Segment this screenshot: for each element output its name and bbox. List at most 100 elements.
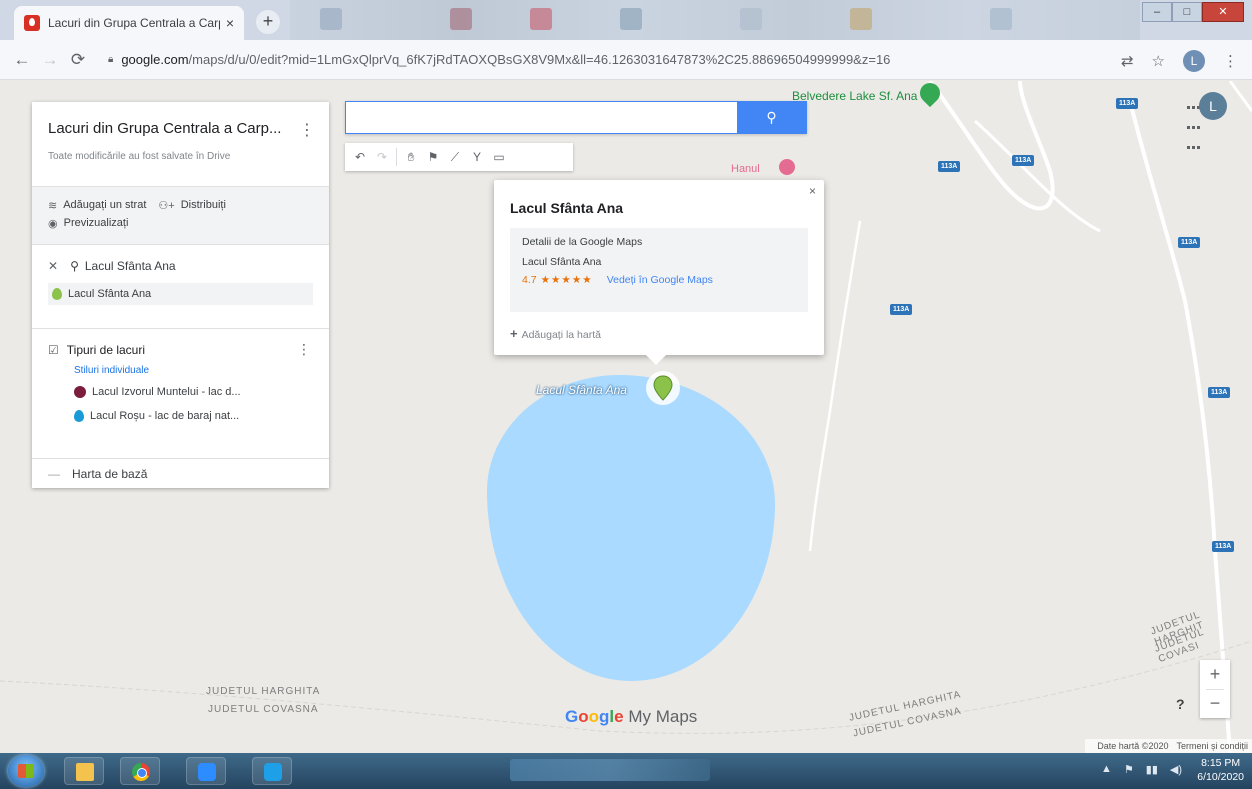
show-hidden-icons-icon[interactable]: ▲ <box>1101 763 1112 776</box>
view-in-google-maps-link[interactable]: Vedeți în Google Maps <box>607 274 713 286</box>
url-path: /maps/d/u/0/edit?mid=1LmGxQlprVq_6fK7jRd… <box>188 52 891 67</box>
tab-close-icon[interactable]: × <box>226 15 234 31</box>
panel-header: Lacuri din Grupa Centrala a Carp... ⋮ To… <box>32 102 329 186</box>
address-bar: ← → ⟳ 🔒︎ google.com/maps/d/u/0/edit?mid=… <box>0 40 1252 80</box>
clock-time: 8:15 PM <box>1201 757 1241 769</box>
search-button[interactable]: ⚲ <box>737 102 806 133</box>
layer-item[interactable]: Lacul Izvorul Muntelui - lac d... <box>74 384 313 400</box>
poi-hanul-label[interactable]: Hanul <box>731 163 760 175</box>
help-button[interactable]: ? <box>1176 696 1185 712</box>
profile-avatar[interactable]: L <box>1183 50 1205 72</box>
blurred-tab-icon <box>620 8 642 30</box>
terms-link[interactable]: Termeni și condiții <box>1176 741 1248 751</box>
video-camera-icon <box>198 763 216 781</box>
network-icon[interactable]: ▮▮ <box>1146 763 1158 776</box>
map-title[interactable]: Lacuri din Grupa Centrala a Carp... <box>48 120 313 137</box>
share-button[interactable]: Distribuiți <box>181 199 226 211</box>
system-tray: ▲ ⚑ ▮▮ ◀︎) <box>1101 763 1182 776</box>
taskbar-chrome[interactable] <box>120 757 160 785</box>
preview-eye-icon: ◉ <box>48 217 58 230</box>
panel-actions: ≋ Adăugați un strat ⚇+ Distribuiți ◉ Pre… <box>32 186 329 244</box>
search-box: ⚲ <box>345 101 807 134</box>
google-maps-details: Detalii de la Google Maps Lacul Sfânta A… <box>510 228 808 312</box>
bookmark-star-icon[interactable]: ☆ <box>1152 52 1165 70</box>
layer-item-label: Lacul Roșu - lac de baraj nat... <box>90 410 240 422</box>
zoom-control: + − <box>1200 660 1230 718</box>
search-result-label: Lacul Sfânta Ana <box>68 288 152 300</box>
share-icon: ⚇+ <box>158 199 175 212</box>
remove-layer-icon[interactable]: ✕ <box>48 259 58 273</box>
details-heading: Detalii de la Google Maps <box>522 236 643 248</box>
maximize-button[interactable]: □ <box>1172 2 1202 22</box>
logo-letter: o <box>588 707 600 726</box>
volume-icon[interactable]: ◀︎) <box>1170 763 1182 776</box>
road-shield: 113A <box>1178 237 1201 248</box>
google-my-maps-logo: Google My Maps <box>565 707 697 727</box>
search-input[interactable] <box>346 102 736 133</box>
green-pin-icon <box>52 288 62 300</box>
search-layer-title[interactable]: Lacul Sfânta Ana <box>85 259 176 273</box>
url-field[interactable]: google.com/maps/d/u/0/edit?mid=1LmGxQlpr… <box>121 52 1021 67</box>
poi-belvedere-label[interactable]: Belvedere Lake Sf. Ana <box>792 89 917 103</box>
taskbar-file-explorer[interactable] <box>64 757 104 785</box>
search-icon: ⚲ <box>766 109 777 125</box>
layer-title[interactable]: Tipuri de lacuri <box>67 343 145 357</box>
zoom-out-button[interactable]: − <box>1200 689 1230 718</box>
zoom-separator <box>1206 689 1224 690</box>
close-window-button[interactable]: ✕ <box>1202 2 1244 22</box>
close-popup-icon[interactable]: × <box>809 184 816 198</box>
taskbar-blurred-window[interactable] <box>510 759 710 781</box>
basemap-label: Harta de bază <box>72 466 148 481</box>
translate-icon[interactable]: ⇄ <box>1121 52 1134 70</box>
measure-ruler-icon[interactable]: ▭ <box>488 150 510 164</box>
taskbar-internet-explorer[interactable] <box>252 757 292 785</box>
layer-style-link[interactable]: Stiluri individuale <box>74 365 313 376</box>
blurred-tab-icon <box>450 8 472 30</box>
search-results-layer: ✕ ⚲ Lacul Sfânta Ana Lacul Sfânta Ana <box>32 244 329 328</box>
add-marker-icon[interactable]: ⚑ <box>422 150 444 164</box>
place-name: Lacul Sfânta Ana <box>522 256 602 268</box>
window-controls: – □ ✕ <box>1142 2 1244 22</box>
preview-button[interactable]: Previzualizați <box>64 217 129 229</box>
lake-marker-icon <box>74 386 86 398</box>
blue-pin-icon <box>74 410 84 422</box>
toolbar-separator <box>396 148 397 166</box>
road-shield: 113A <box>1116 98 1139 109</box>
plus-icon: + <box>510 326 518 341</box>
map-options-icon[interactable]: ⋮ <box>299 120 315 140</box>
blurred-tab-icon <box>320 8 342 30</box>
redo-icon[interactable]: ↷ <box>371 150 393 164</box>
start-button[interactable] <box>8 755 44 787</box>
reload-icon[interactable]: ⟳ <box>64 50 92 70</box>
back-arrow-icon[interactable]: ← <box>8 50 36 70</box>
layer-item[interactable]: Lacul Roșu - lac de baraj nat... <box>74 408 313 424</box>
flag-icon[interactable]: ⚑ <box>1124 763 1134 776</box>
layer-visibility-checkbox[interactable]: ☑ <box>48 343 59 357</box>
draw-line-icon[interactable]: ⟋ <box>444 150 466 165</box>
taskbar-clock[interactable]: 8:15 PM 6/10/2020 <box>1197 756 1244 784</box>
add-layer-icon: ≋ <box>48 199 58 212</box>
basemap-section[interactable]: — Harta de bază <box>32 458 329 488</box>
active-tab[interactable]: Lacuri din Grupa Centrala a Carpa × <box>14 6 244 40</box>
taskbar-zoom[interactable] <box>186 757 226 785</box>
undo-icon[interactable]: ↶ <box>349 150 371 164</box>
minimize-button[interactable]: – <box>1142 2 1172 22</box>
new-tab-button[interactable]: + <box>256 10 280 34</box>
layer-options-icon[interactable]: ⋮ <box>297 341 311 358</box>
add-directions-icon[interactable]: Y <box>466 150 488 164</box>
browser-menu-icon[interactable]: ⋮ <box>1223 52 1238 70</box>
add-layer-button[interactable]: Adăugați un strat <box>63 199 146 211</box>
layer-lake-types: ☑ Tipuri de lacuri ⋮ Stiluri individuale… <box>32 328 329 458</box>
add-to-map-button[interactable]: + Adăugați la hartă <box>510 326 808 341</box>
forward-arrow-icon[interactable]: → <box>36 50 64 70</box>
account-avatar[interactable]: L <box>1199 92 1227 120</box>
place-info-popup: × Lacul Sfânta Ana Detalii de la Google … <box>494 180 824 365</box>
windows-taskbar: ▲ ⚑ ▮▮ ◀︎) 8:15 PM 6/10/2020 <box>0 753 1252 789</box>
search-result-item[interactable]: Lacul Sfânta Ana <box>48 283 313 305</box>
hand-pan-icon[interactable]: ✋︎ <box>400 150 422 165</box>
map-attribution: Date hartă ©2020 Termeni și condiții <box>1085 739 1252 753</box>
poi-lodging-icon[interactable] <box>779 159 795 175</box>
internet-explorer-icon <box>264 763 282 781</box>
zoom-in-button[interactable]: + <box>1200 660 1230 689</box>
selected-place-marker[interactable] <box>646 371 680 405</box>
